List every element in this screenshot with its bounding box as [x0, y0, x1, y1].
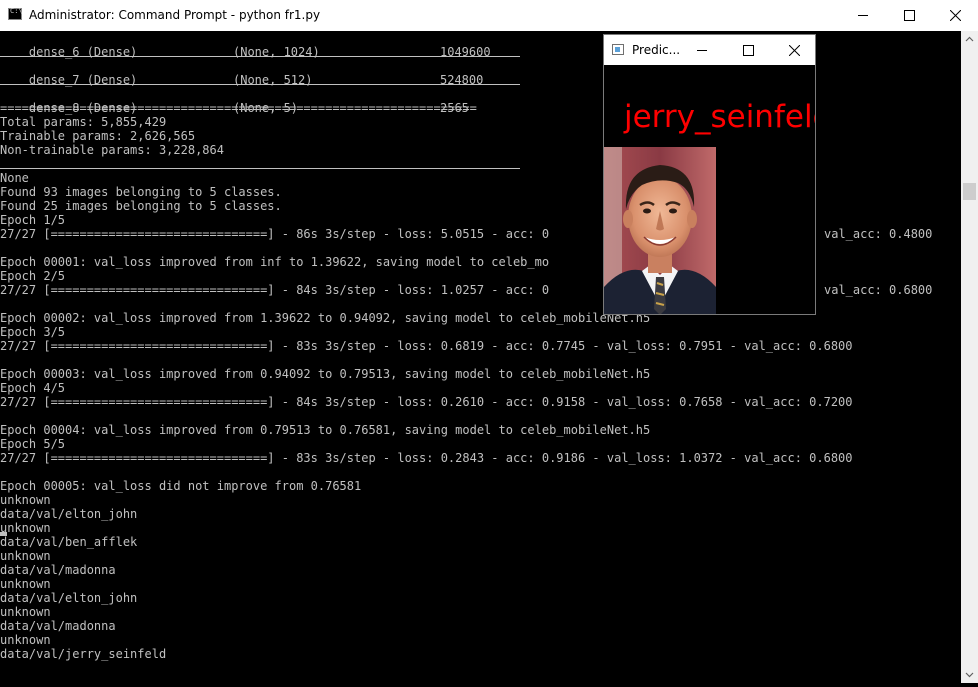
prediction-minimize-button[interactable]	[679, 35, 725, 65]
prediction-line: data/val/elton_john	[0, 507, 138, 521]
minimize-icon	[697, 50, 707, 51]
epoch-progress: 27/27 [==============================] -…	[0, 227, 550, 241]
epoch-header: Epoch 2/5	[0, 269, 66, 283]
epoch-progress: 27/27 [==============================] -…	[0, 395, 853, 409]
found-train: Found 93 images belonging to 5 classes.	[0, 185, 282, 199]
found-val: Found 25 images belonging to 5 classes.	[0, 199, 282, 213]
prediction-maximize-button[interactable]	[725, 35, 771, 65]
window-title: Administrator: Command Prompt - python f…	[29, 8, 321, 22]
epoch-result: Epoch 00005: val_loss did not improve fr…	[0, 479, 362, 493]
epoch-result: Epoch 00003: val_loss improved from 0.94…	[0, 367, 651, 381]
scroll-up-button[interactable]	[961, 31, 978, 48]
epoch-progress: 27/27 [==============================] -…	[0, 451, 853, 465]
prediction-line: unknown	[0, 577, 51, 591]
none-line: None	[0, 171, 29, 185]
epoch-header: Epoch 1/5	[0, 213, 66, 227]
scroll-thumb[interactable]	[963, 183, 976, 200]
layer-row: dense_6 (Dense) (None, 1024) 1049600	[0, 31, 491, 59]
separator-line	[0, 56, 520, 57]
prediction-line: unknown	[0, 549, 51, 563]
maximize-icon	[743, 45, 754, 56]
text-cursor	[0, 532, 7, 536]
equals-rule: ========================================…	[0, 101, 477, 115]
non-trainable-params: Non-trainable params: 3,228,864	[0, 143, 224, 157]
scroll-down-button[interactable]	[961, 666, 978, 683]
val-acc: val_acc: 0.4800	[824, 227, 933, 241]
prediction-line: data/val/madonna	[0, 619, 116, 633]
layer-row: dense_8 (Dense) (None, 5) 2565	[0, 87, 469, 115]
epoch-header: Epoch 5/5	[0, 437, 66, 451]
epoch-progress: 27/27 [==============================] -…	[0, 283, 550, 297]
console-output[interactable]: dense_6 (Dense) (None, 1024) 1049600 dense…	[0, 31, 961, 683]
minimize-icon	[858, 15, 868, 16]
epoch-header: Epoch 4/5	[0, 381, 66, 395]
maximize-button[interactable]	[886, 0, 932, 31]
prediction-line: data/val/ben_afflek	[0, 535, 138, 549]
face-photo	[604, 147, 716, 314]
prediction-line: unknown	[0, 521, 51, 535]
prediction-line: unknown	[0, 633, 51, 647]
prediction-titlebar[interactable]: Predic...	[604, 35, 815, 65]
chevron-up-icon	[965, 36, 974, 42]
val-acc: val_acc: 0.6800	[824, 283, 933, 297]
prediction-line: data/val/elton_john	[0, 591, 138, 605]
prediction-window[interactable]: Predic... jerry_seinfeld	[603, 34, 816, 315]
prediction-line: unknown	[0, 493, 51, 507]
prediction-line: data/val/jerry_seinfeld	[0, 647, 167, 661]
epoch-header: Epoch 3/5	[0, 325, 66, 339]
separator-line	[0, 84, 520, 85]
close-icon	[789, 45, 800, 56]
total-params: Total params: 5,855,429	[0, 115, 167, 129]
epoch-progress: 27/27 [==============================] -…	[0, 339, 853, 353]
close-button[interactable]	[932, 0, 978, 31]
minimize-button[interactable]	[840, 0, 886, 31]
layer-row: dense_7 (Dense) (None, 512) 524800	[0, 59, 483, 87]
chevron-down-icon	[965, 672, 974, 678]
maximize-icon	[904, 10, 915, 21]
cmd-icon	[8, 7, 23, 20]
prediction-close-button[interactable]	[771, 35, 815, 65]
trainable-params: Trainable params: 2,626,565	[0, 129, 196, 143]
prediction-line: unknown	[0, 605, 51, 619]
prediction-line: data/val/madonna	[0, 563, 116, 577]
close-icon	[950, 10, 961, 21]
prediction-label: jerry_seinfeld	[624, 99, 815, 135]
prediction-window-title: Predic...	[632, 43, 681, 57]
epoch-result: Epoch 00001: val_loss improved from inf …	[0, 255, 550, 269]
prediction-canvas: jerry_seinfeld	[604, 65, 815, 314]
epoch-result: Epoch 00002: val_loss improved from 1.39…	[0, 311, 651, 325]
separator-line	[0, 168, 520, 169]
epoch-result: Epoch 00004: val_loss improved from 0.79…	[0, 423, 651, 437]
window-app-icon	[612, 44, 624, 55]
vertical-scrollbar[interactable]	[961, 31, 978, 683]
window-titlebar[interactable]: Administrator: Command Prompt - python f…	[0, 0, 978, 31]
